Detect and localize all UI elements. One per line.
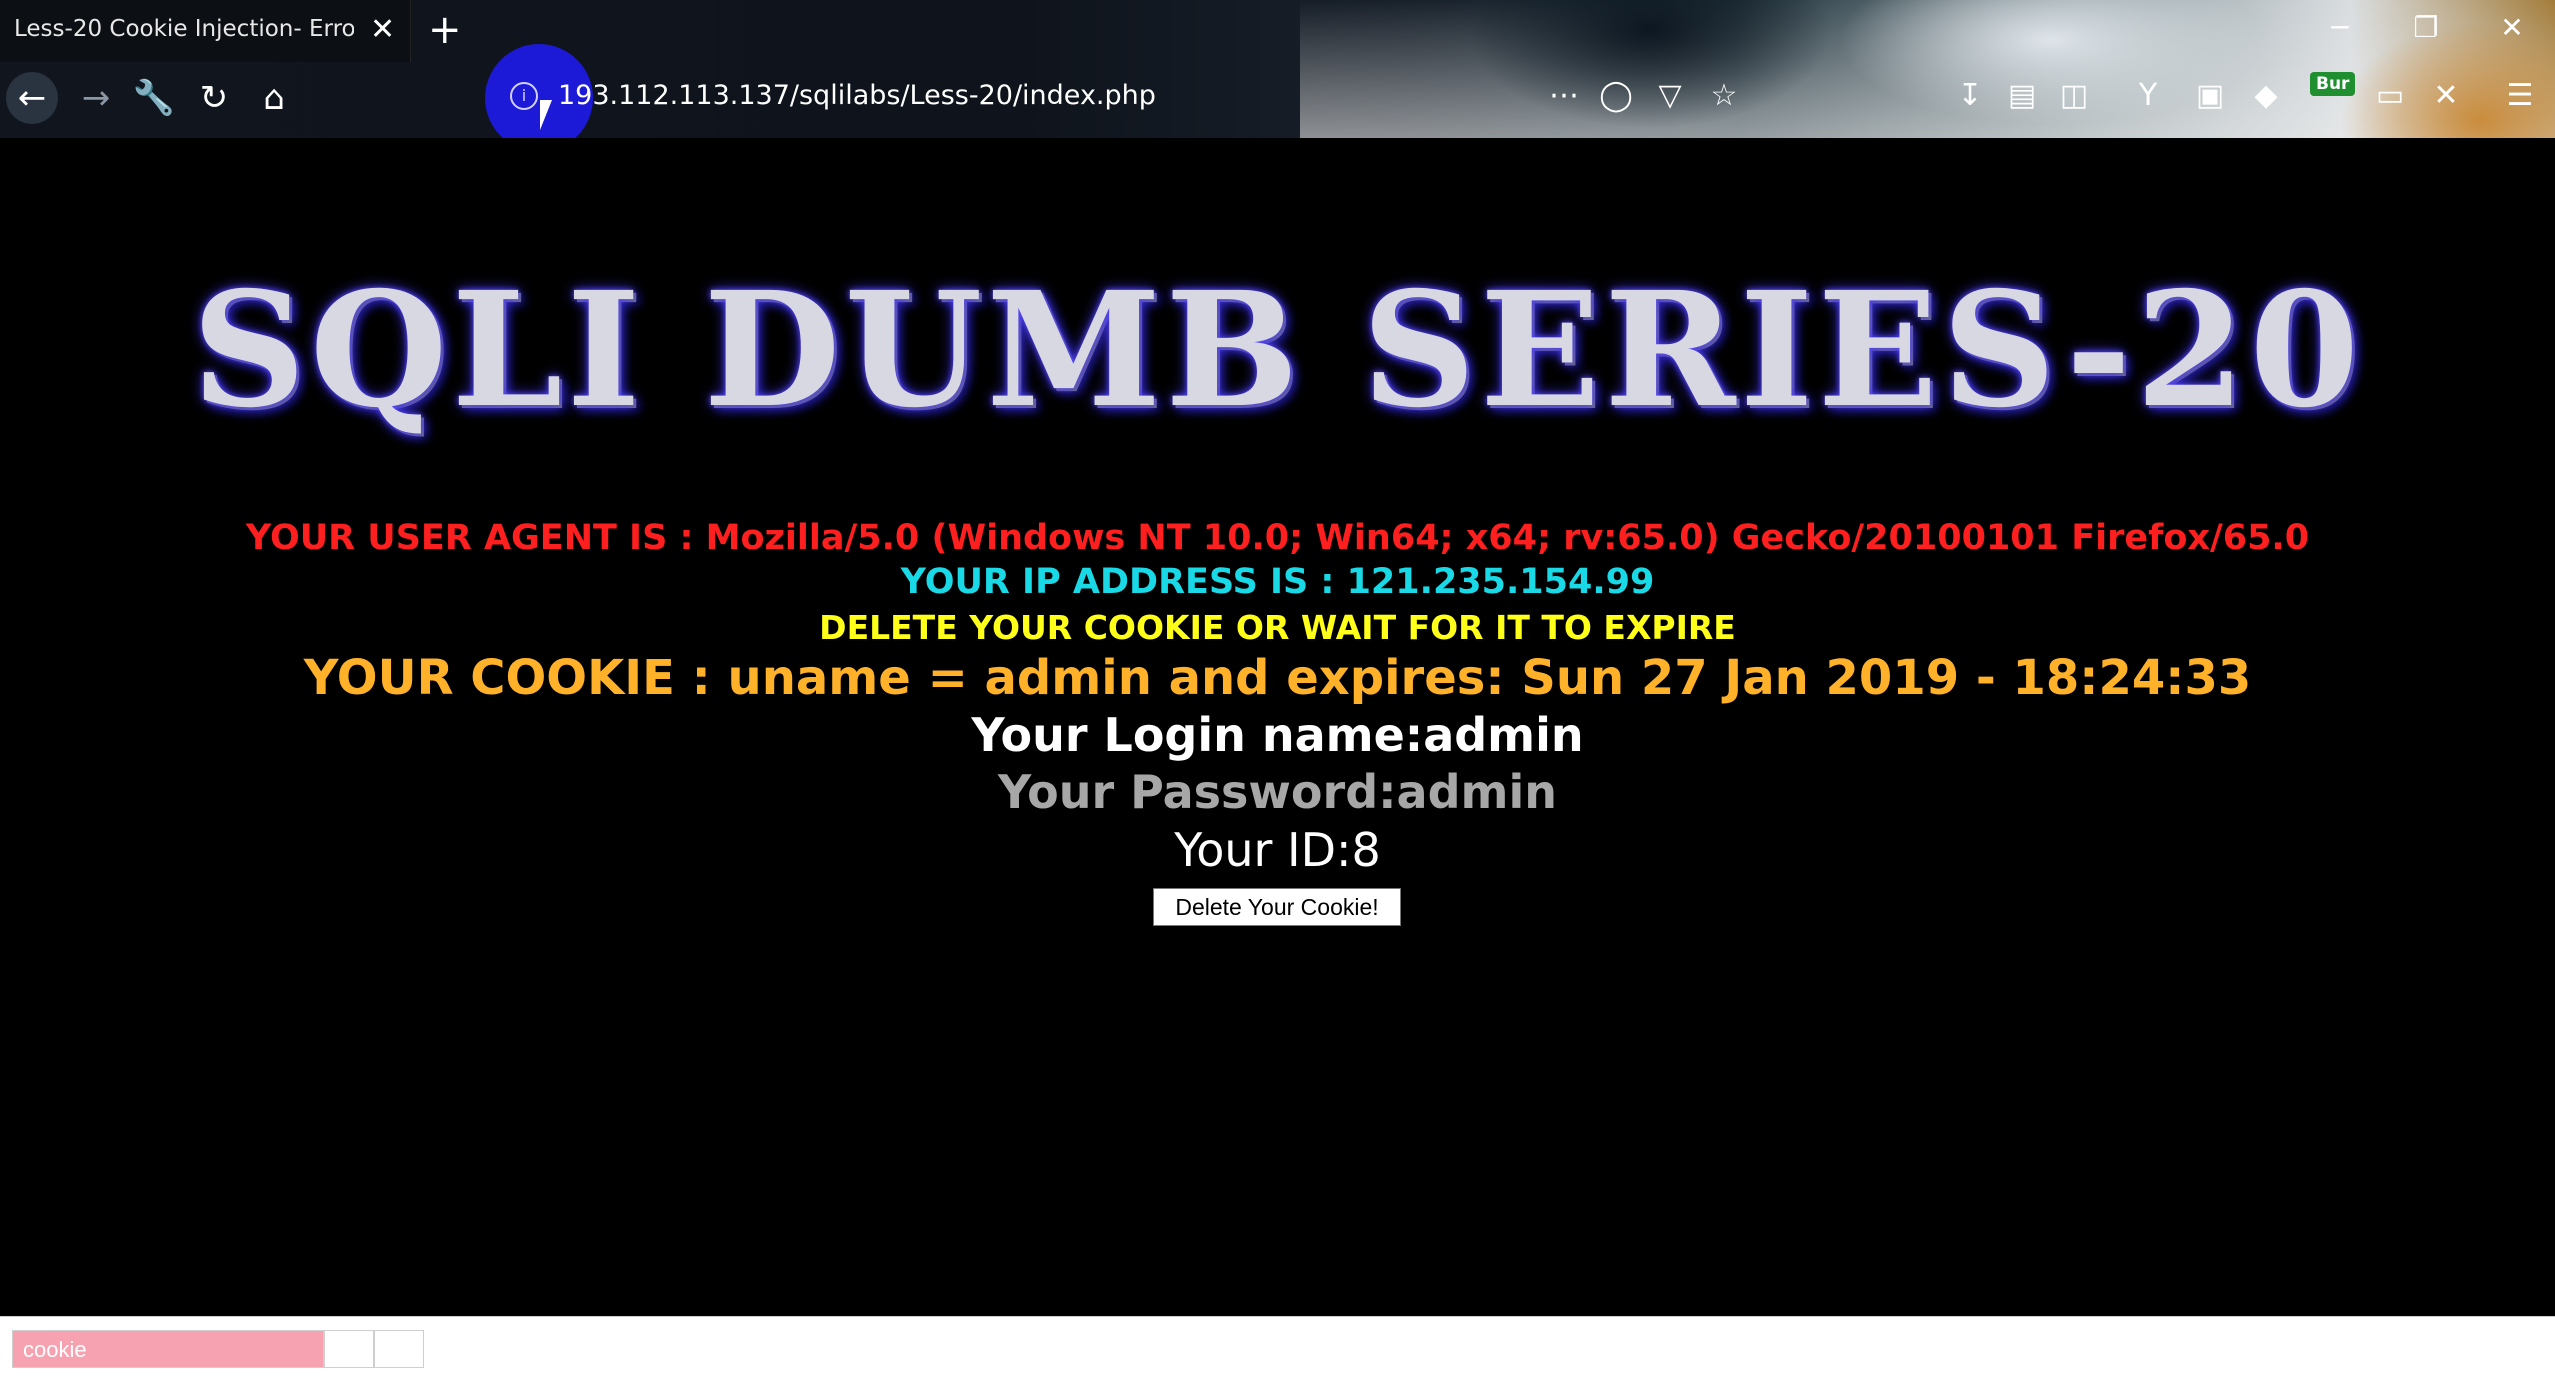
cookie-text: YOUR COOKIE : uname = admin and expires:… xyxy=(303,650,2252,706)
tab-close-icon[interactable]: ✕ xyxy=(370,12,395,48)
url-bar[interactable] xyxy=(490,2,1840,62)
delete-cookie-button[interactable]: Delete Your Cookie! xyxy=(1153,888,1401,926)
extension-x-icon[interactable]: ✕ xyxy=(2426,76,2466,116)
home-icon[interactable]: ⌂ xyxy=(248,72,300,124)
lightbulb-icon[interactable]: ◯ xyxy=(1596,76,1636,116)
back-arrow-icon[interactable]: ← xyxy=(6,72,58,124)
page-banner: SQLI DUMB SERIES-20 xyxy=(191,258,2364,443)
page-content: SQLI DUMB SERIES-20 YOUR USER AGENT IS :… xyxy=(0,138,2555,1316)
extension-icon[interactable]: ▣ xyxy=(2190,76,2230,116)
user-id-text: Your ID:8 xyxy=(1174,823,1381,877)
library-icon[interactable]: ▤ xyxy=(2002,76,2042,116)
browser-tab[interactable]: Less-20 Cookie Injection- Error Based ✕ xyxy=(0,0,411,62)
pocket-icon[interactable]: ▽ xyxy=(1650,76,1690,116)
bookmark-star-icon[interactable]: ☆ xyxy=(1704,76,1744,116)
site-info-icon[interactable]: i xyxy=(510,82,538,110)
password-text: Your Password:admin xyxy=(998,765,1557,819)
download-icon[interactable]: ↧ xyxy=(1950,76,1990,116)
window-close-button[interactable]: ✕ xyxy=(2490,10,2534,46)
restore-button[interactable]: ❐ xyxy=(2404,10,2448,46)
login-name-text: Your Login name:admin xyxy=(971,708,1584,762)
find-previous-button[interactable] xyxy=(324,1330,374,1368)
extension-y-icon[interactable]: Y xyxy=(2128,76,2168,116)
burp-extension-badge[interactable]: Bur xyxy=(2310,72,2356,96)
reload-icon[interactable]: ↻ xyxy=(188,72,240,124)
ip-address-text: YOUR IP ADDRESS IS : 121.235.154.99 xyxy=(900,562,1655,602)
find-input[interactable]: cookie xyxy=(12,1330,324,1368)
menu-icon[interactable]: ☰ xyxy=(2500,76,2540,116)
sidebar-icon[interactable]: ◫ xyxy=(2054,76,2094,116)
wrench-icon[interactable]: 🔧 xyxy=(128,72,180,124)
delete-cookie-message: DELETE YOUR COOKIE OR WAIT FOR IT TO EXP… xyxy=(819,608,1736,647)
user-agent-text: YOUR USER AGENT IS : Mozilla/5.0 (Window… xyxy=(245,518,2310,558)
tab-title: Less-20 Cookie Injection- Error Based xyxy=(14,16,354,42)
url-text[interactable]: 193.112.113.137/sqlilabs/Less-20/index.p… xyxy=(558,80,1156,111)
new-tab-button[interactable]: + xyxy=(428,8,462,52)
extension-ip-icon[interactable]: ▭ xyxy=(2370,76,2410,116)
minimize-button[interactable]: ─ xyxy=(2318,10,2362,46)
find-next-button[interactable] xyxy=(374,1330,424,1368)
extension-diamond-icon[interactable]: ◆ xyxy=(2246,76,2286,116)
navigation-toolbar: ← → 🔧 ↻ ⌂ xyxy=(0,66,2555,132)
mouse-cursor-icon xyxy=(540,100,552,130)
page-actions-icon[interactable]: ⋯ xyxy=(1544,76,1584,116)
find-bar: cookie xyxy=(0,1316,2555,1383)
forward-arrow-icon[interactable]: → xyxy=(70,72,122,124)
